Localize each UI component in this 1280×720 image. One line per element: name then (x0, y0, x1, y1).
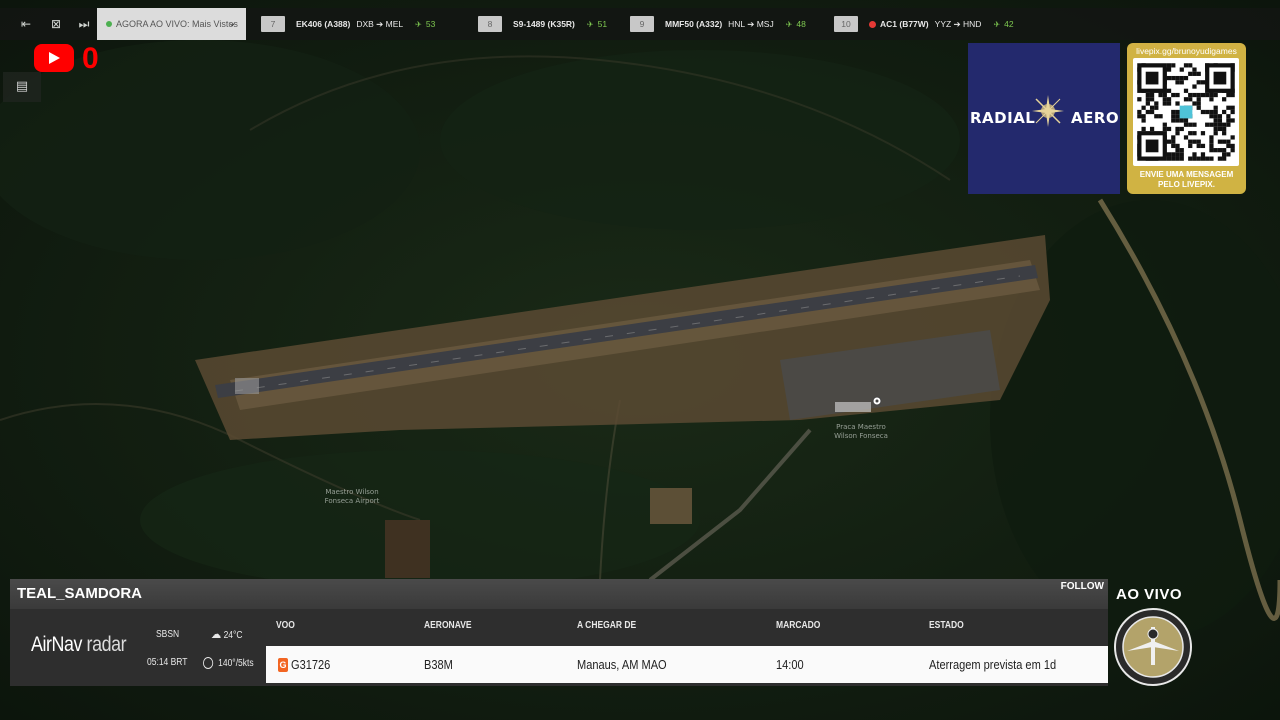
top-flight-item[interactable]: 9 MMF50 (A332) HNL ➔ MSJ ✈ 48 (630, 16, 806, 32)
flight-rank: 8 (478, 16, 502, 32)
column-header-flight: VOO (276, 620, 295, 631)
flight-code: EK406 (A388) (296, 19, 351, 29)
alert-dot-icon (869, 21, 876, 28)
top-flights-bar: ⇤ ⊠ ⏭ AGORA AO VIVO: Mais Vistos ⌄ 7 EK40… (0, 8, 1280, 40)
compass-star-icon (1032, 95, 1064, 127)
flight-code: MMF50 (A332) (665, 19, 723, 29)
flight-code: AC1 (B77W) (880, 19, 929, 29)
flight-route: YYZ ➔ HND (934, 19, 982, 29)
youtube-logo-icon (34, 44, 74, 72)
chevron-down-icon: ⌄ (228, 18, 237, 29)
livepix-message: ENVIE UMA MENSAGEM PELO LIVEPIX. (1127, 170, 1246, 190)
cell-flight: G31726 (291, 657, 331, 672)
qr-code (1133, 58, 1239, 166)
livepix-message-line: ENVIE UMA MENSAGEM (1139, 170, 1234, 179)
top-flight-item[interactable]: 10 AC1 (B77W) YYZ ➔ HND ✈ 42 (834, 16, 1014, 32)
airplane-icon: ✈ (993, 20, 1001, 29)
wind-compass-icon (203, 657, 214, 669)
cell-status: Aterragem prevista em 1d (929, 657, 1057, 672)
wind: 140°/5kts (203, 657, 254, 669)
airport-icao: SBSN (156, 629, 180, 640)
livepix-url: livepix.gg/brunoyudigames (1136, 46, 1237, 56)
column-header-scheduled: MARCADO (776, 620, 821, 631)
live-label: AO VIVO (1116, 586, 1183, 603)
flight-rank: 7 (261, 16, 285, 32)
top-flight-item[interactable]: 8 S9-1489 (K35R) ✈ 51 (478, 16, 607, 32)
terminal-map-label: Praca Maestro Wilson Fonseca (834, 423, 888, 440)
live-dot-icon (106, 21, 112, 27)
close-panel-icon[interactable]: ⊠ (48, 16, 64, 32)
airplane-icon: ✈ (415, 20, 422, 29)
temperature: ☁ 24°C (211, 627, 243, 641)
now-live-dropdown[interactable]: AGORA AO VIVO: Mais Vistos ⌄ (97, 8, 246, 40)
viewer-count: 53 (425, 19, 436, 29)
wind-value: 140°/5kts (218, 658, 254, 669)
top-flight-item[interactable]: 7 EK406 (A388) DXB ➔ MEL ✈ 53 (261, 16, 435, 32)
skip-next-icon[interactable]: ⏭ (76, 16, 92, 32)
cell-scheduled: 14:00 (776, 657, 804, 672)
viewer-count: 51 (597, 19, 608, 29)
column-header-from: A CHEGAR DE (577, 620, 637, 631)
flight-route: HNL ➔ MSJ (728, 19, 774, 29)
local-time: 05:14 BRT (147, 657, 188, 668)
now-live-label: AGORA AO VIVO: Mais Vistos (116, 19, 238, 29)
youtube-count: 0 (82, 42, 99, 75)
viewer-count: 42 (1004, 19, 1014, 29)
brand-sub: radar (86, 633, 127, 656)
table-row[interactable]: G G31726 B38M Manaus, AM MAO 14:00 Aterr… (266, 646, 1108, 683)
flight-code: S9-1489 (K35R) (513, 19, 575, 29)
location-pin-icon (872, 396, 882, 406)
cell-from: Manaus, AM MAO (577, 657, 667, 672)
channel-badge-logo (1114, 608, 1192, 686)
column-header-aircraft: AERONAVE (424, 620, 472, 631)
temperature-value: 24°C (223, 630, 243, 641)
airline-logo-icon: G (278, 658, 288, 672)
flight-route: DXB ➔ MEL (356, 19, 404, 29)
flight-rank: 9 (630, 16, 654, 32)
map-layers-button[interactable]: ▤ (3, 72, 41, 102)
brand-main: AirNav (31, 633, 83, 656)
livepix-qr-panel[interactable]: livepix.gg/brunoyudigames ENVIE UMA MENS… (1127, 43, 1246, 194)
flight-rank: 10 (834, 16, 858, 32)
weather-cloud-icon: ☁ (211, 627, 222, 641)
radial-aero-sponsor: RADIAL AERO (968, 43, 1120, 194)
airport-name: TEAL_SAMDORA (17, 585, 143, 602)
sponsor-brand-left: RADIAL (970, 109, 1036, 127)
layers-icon: ▤ (15, 79, 29, 94)
arrivals-info-panel: AirNav radar SBSN 05:14 BRT ☁ 24°C 140°/… (10, 609, 1108, 686)
viewer-count: 48 (796, 19, 806, 29)
airport-map-label: Maestro Wilson Fonseca Airport (324, 488, 380, 505)
collapse-panel-icon[interactable]: ⇤ (18, 16, 34, 32)
sponsor-brand-right: AERO (1071, 109, 1120, 127)
airplane-icon: ✈ (785, 20, 793, 29)
airnav-radar-logo: AirNav radar (31, 633, 127, 657)
column-header-status: ESTADO (929, 620, 964, 631)
airport-header-bar: TEAL_SAMDORA FOLLOW (10, 579, 1108, 609)
livepix-message-line: PELO LIVEPIX. (1158, 180, 1215, 189)
follow-button[interactable]: FOLLOW (1061, 579, 1104, 595)
cell-aircraft: B38M (424, 657, 453, 672)
airplane-icon: ✈ (586, 20, 594, 29)
